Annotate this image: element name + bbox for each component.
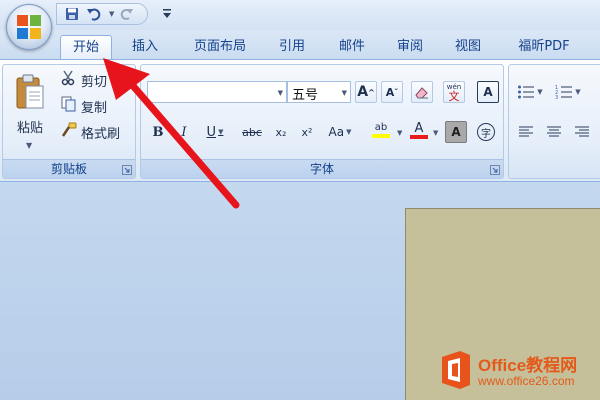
site-watermark: Office教程网 www.office26.com	[436, 347, 600, 397]
paste-dropdown-icon[interactable]: ▼	[26, 141, 32, 150]
character-shading-glyph: A	[451, 125, 461, 139]
italic-glyph: I	[181, 124, 187, 140]
save-icon[interactable]	[63, 5, 81, 23]
character-border-glyph: A	[483, 85, 493, 99]
copy-icon	[61, 96, 77, 116]
tab-view[interactable]: 视图	[446, 35, 490, 60]
phonetic-char: 文	[448, 90, 460, 103]
align-right-icon	[575, 126, 589, 137]
undo-icon[interactable]	[85, 5, 103, 23]
highlight-dropdown-icon[interactable]: ▼	[397, 129, 402, 137]
svg-text:3: 3	[555, 95, 558, 100]
title-bar: ▼	[0, 0, 600, 30]
customize-toolbar-icon[interactable]	[162, 8, 174, 22]
paste-icon	[16, 74, 44, 109]
copy-button[interactable]: 复制	[61, 95, 107, 117]
change-case-button[interactable]: Aa ▼	[323, 121, 357, 143]
numbering-icon: 123	[555, 85, 573, 100]
change-case-glyph: Aa	[328, 125, 345, 139]
enclose-characters-glyph: 字	[477, 123, 495, 141]
cut-label: 剪切	[81, 74, 108, 90]
paste-label: 粘贴	[16, 121, 43, 136]
shrink-font-button[interactable]: Aˇ	[381, 81, 403, 103]
tab-review[interactable]: 审阅	[388, 35, 432, 60]
ribbon: 粘贴 ▼ 剪切 复制 格式刷 剪贴板 ▼ 五号 ▼ A ^ A ˇ wén 文 …	[0, 59, 600, 182]
underline-dropdown-icon[interactable]: ▼	[218, 128, 223, 136]
align-right-button[interactable]	[569, 121, 595, 143]
font-color-button[interactable]: A	[403, 119, 435, 141]
quick-access-toolbar: ▼	[56, 3, 148, 25]
office-tutorial-logo-icon	[442, 351, 470, 389]
grow-font-button[interactable]: A ^	[355, 81, 377, 103]
bullets-button[interactable]: ▼	[513, 81, 547, 103]
clipboard-group: 粘贴 ▼ 剪切 复制 格式刷 剪贴板	[2, 64, 136, 179]
enclose-characters-button[interactable]: 字	[475, 121, 497, 143]
font-group: ▼ 五号 ▼ A ^ Aˇ wén 文 A B I U ▼ abc x₂ x² …	[140, 64, 504, 179]
tab-home[interactable]: 开始	[60, 35, 112, 60]
tab-references[interactable]: 引用	[270, 35, 314, 60]
bullets-icon	[518, 85, 535, 99]
bullets-dropdown-icon[interactable]: ▼	[537, 88, 542, 96]
font-color-bar	[410, 134, 428, 139]
office-button[interactable]	[6, 4, 52, 50]
scissors-icon	[61, 70, 77, 90]
tab-page-layout[interactable]: 页面布局	[180, 35, 260, 60]
shrink-font-glyph: A	[385, 85, 395, 99]
font-size-dropdown-icon[interactable]: ▼	[342, 89, 347, 97]
highlight-glyph: ab	[374, 122, 388, 133]
font-color-glyph: A	[414, 120, 424, 136]
align-left-button[interactable]	[513, 121, 539, 143]
underline-glyph: U	[206, 124, 217, 140]
format-painter-icon	[61, 122, 77, 142]
clipboard-dialog-launcher-icon[interactable]	[122, 164, 132, 175]
font-dialog-launcher-icon[interactable]	[490, 164, 500, 175]
font-size-value: 五号	[292, 88, 319, 103]
strikethrough-glyph: abc	[242, 125, 262, 139]
grow-font-glyph: A	[357, 84, 369, 100]
superscript-glyph: x²	[301, 125, 313, 139]
align-center-button[interactable]	[541, 121, 567, 143]
cut-button[interactable]: 剪切	[61, 69, 107, 91]
character-shading-button[interactable]: A	[445, 121, 467, 143]
clipboard-group-label: 剪贴板	[3, 159, 135, 178]
eraser-icon	[415, 87, 428, 99]
tab-foxit-pdf[interactable]: 福昕PDF	[506, 35, 582, 60]
font-group-label: 字体	[141, 159, 503, 178]
bold-glyph: B	[152, 124, 164, 140]
numbering-dropdown-icon[interactable]: ▼	[575, 88, 580, 96]
change-case-dropdown-icon[interactable]: ▼	[346, 128, 351, 136]
font-name-combo[interactable]: ▼	[147, 81, 287, 103]
font-color-dropdown-icon[interactable]: ▼	[433, 129, 438, 137]
bold-button[interactable]: B	[147, 121, 169, 143]
redo-icon[interactable]	[118, 5, 136, 23]
strikethrough-button[interactable]: abc	[239, 121, 265, 143]
subscript-button[interactable]: x₂	[269, 121, 293, 143]
tab-insert[interactable]: 插入	[122, 35, 168, 60]
undo-dropdown-icon[interactable]: ▼	[109, 10, 114, 18]
align-left-icon	[519, 126, 533, 137]
phonetic-guide-button[interactable]: wén 文	[443, 81, 465, 103]
text-highlight-button[interactable]: ab	[363, 119, 399, 141]
watermark-url: www.office26.com	[478, 374, 575, 388]
italic-button[interactable]: I	[173, 121, 195, 143]
format-painter-label: 格式刷	[81, 126, 121, 142]
paste-button[interactable]: 粘贴 ▼	[9, 69, 51, 153]
ribbon-tabs: 开始 插入 页面布局 引用 邮件 审阅 视图 福昕PDF	[0, 30, 600, 60]
clear-formatting-button[interactable]	[411, 81, 433, 103]
office-logo-icon	[17, 15, 41, 39]
font-size-combo[interactable]: 五号 ▼	[287, 81, 351, 103]
numbering-button[interactable]: 123 ▼	[551, 81, 585, 103]
align-center-icon	[547, 126, 561, 137]
font-name-dropdown-icon[interactable]: ▼	[278, 89, 283, 97]
tab-mailings[interactable]: 邮件	[330, 35, 374, 60]
copy-label: 复制	[81, 100, 108, 116]
underline-button[interactable]: U ▼	[199, 121, 231, 143]
character-border-button[interactable]: A	[477, 81, 499, 103]
watermark-title: Office教程网	[478, 356, 578, 375]
superscript-button[interactable]: x²	[295, 121, 319, 143]
paragraph-group: ▼ 123 ▼	[508, 64, 600, 179]
subscript-glyph: x₂	[275, 125, 287, 139]
format-painter-button[interactable]: 格式刷	[61, 121, 120, 143]
highlight-color-bar	[372, 134, 390, 138]
